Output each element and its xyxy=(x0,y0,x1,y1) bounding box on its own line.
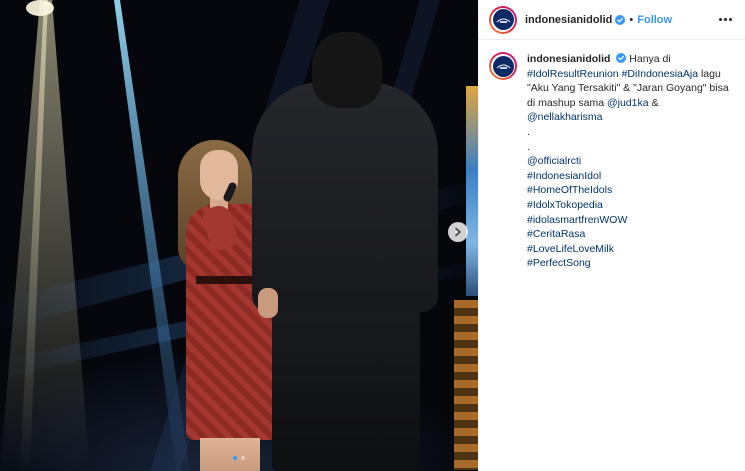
more-dot xyxy=(728,18,732,21)
caption-text-1: Hanya di xyxy=(629,53,671,65)
stage-led-panel xyxy=(466,86,478,296)
avatar-image xyxy=(492,55,514,77)
caption-dot-line: . xyxy=(527,125,530,138)
post-header: indonesianidolid • Follow xyxy=(479,0,745,40)
more-options-icon[interactable] xyxy=(717,12,733,28)
concert-stage-scene xyxy=(0,0,478,471)
more-dot xyxy=(723,18,727,21)
hashtag-link[interactable]: #DiIndonesiaAja xyxy=(622,68,698,80)
instagram-post: indonesianidolid • Follow indonesianidol… xyxy=(0,0,745,471)
avatar-ring xyxy=(491,7,515,32)
hashtag-link[interactable]: #LoveLifeLoveMilk xyxy=(527,242,731,257)
avatar-ring xyxy=(491,54,515,78)
carousel-indicator xyxy=(0,456,478,460)
singer-belt xyxy=(196,276,256,284)
chevron-right-icon xyxy=(455,227,461,237)
carousel-next-button[interactable] xyxy=(448,222,468,242)
caption-dot-line: . xyxy=(527,140,530,153)
carousel-dot-2 xyxy=(241,456,245,460)
hashtag-link[interactable]: #HomeOfTheIdols xyxy=(527,183,731,198)
mention-link[interactable]: @nellakharisma xyxy=(527,111,602,123)
header-separator: • xyxy=(629,13,634,26)
post-photo[interactable] xyxy=(0,0,478,471)
singer-legs xyxy=(200,438,260,471)
caption-text: indonesianidolid Hanya di #IdolResultReu… xyxy=(527,52,731,271)
hashtag-link[interactable]: #IndonesianIdol xyxy=(527,169,731,184)
header-username[interactable]: indonesianidolid xyxy=(525,14,612,26)
indonesian-idol-logo-icon xyxy=(496,64,510,69)
avatar[interactable] xyxy=(489,5,517,34)
performer-hand xyxy=(258,288,278,318)
stage-led-panel-lower xyxy=(454,300,478,470)
post-caption: indonesianidolid Hanya di #IdolResultReu… xyxy=(479,40,745,271)
caption-avatar[interactable] xyxy=(489,52,517,80)
caption-username[interactable]: indonesianidolid xyxy=(527,53,610,65)
hashtag-link[interactable]: #IdolxTokopedia xyxy=(527,198,731,213)
carousel-dot-1 xyxy=(233,456,237,460)
mention-link[interactable]: @officialrcti xyxy=(527,154,731,169)
post-sidebar: indonesianidolid • Follow indonesianidol… xyxy=(478,0,745,471)
more-dot xyxy=(718,18,722,21)
hashtag-link[interactable]: #PerfectSong xyxy=(527,256,731,271)
caption-text-3: & xyxy=(651,96,659,109)
performer-trousers xyxy=(272,300,420,471)
hashtag-link[interactable]: #CeritaRasa xyxy=(527,227,731,242)
performer-jacket xyxy=(252,82,438,312)
follow-button[interactable]: Follow xyxy=(637,14,672,26)
avatar-image xyxy=(492,9,514,30)
verified-badge-icon xyxy=(616,53,627,63)
indonesian-idol-logo-icon xyxy=(496,18,510,23)
verified-badge-icon xyxy=(615,14,626,25)
hashtag-link[interactable]: #IdolResultReunion xyxy=(527,68,619,80)
mention-link[interactable]: @jud1ka xyxy=(607,97,649,109)
hashtag-link[interactable]: #idolasmartfrenWOW xyxy=(527,213,731,228)
performer-head xyxy=(312,32,382,108)
